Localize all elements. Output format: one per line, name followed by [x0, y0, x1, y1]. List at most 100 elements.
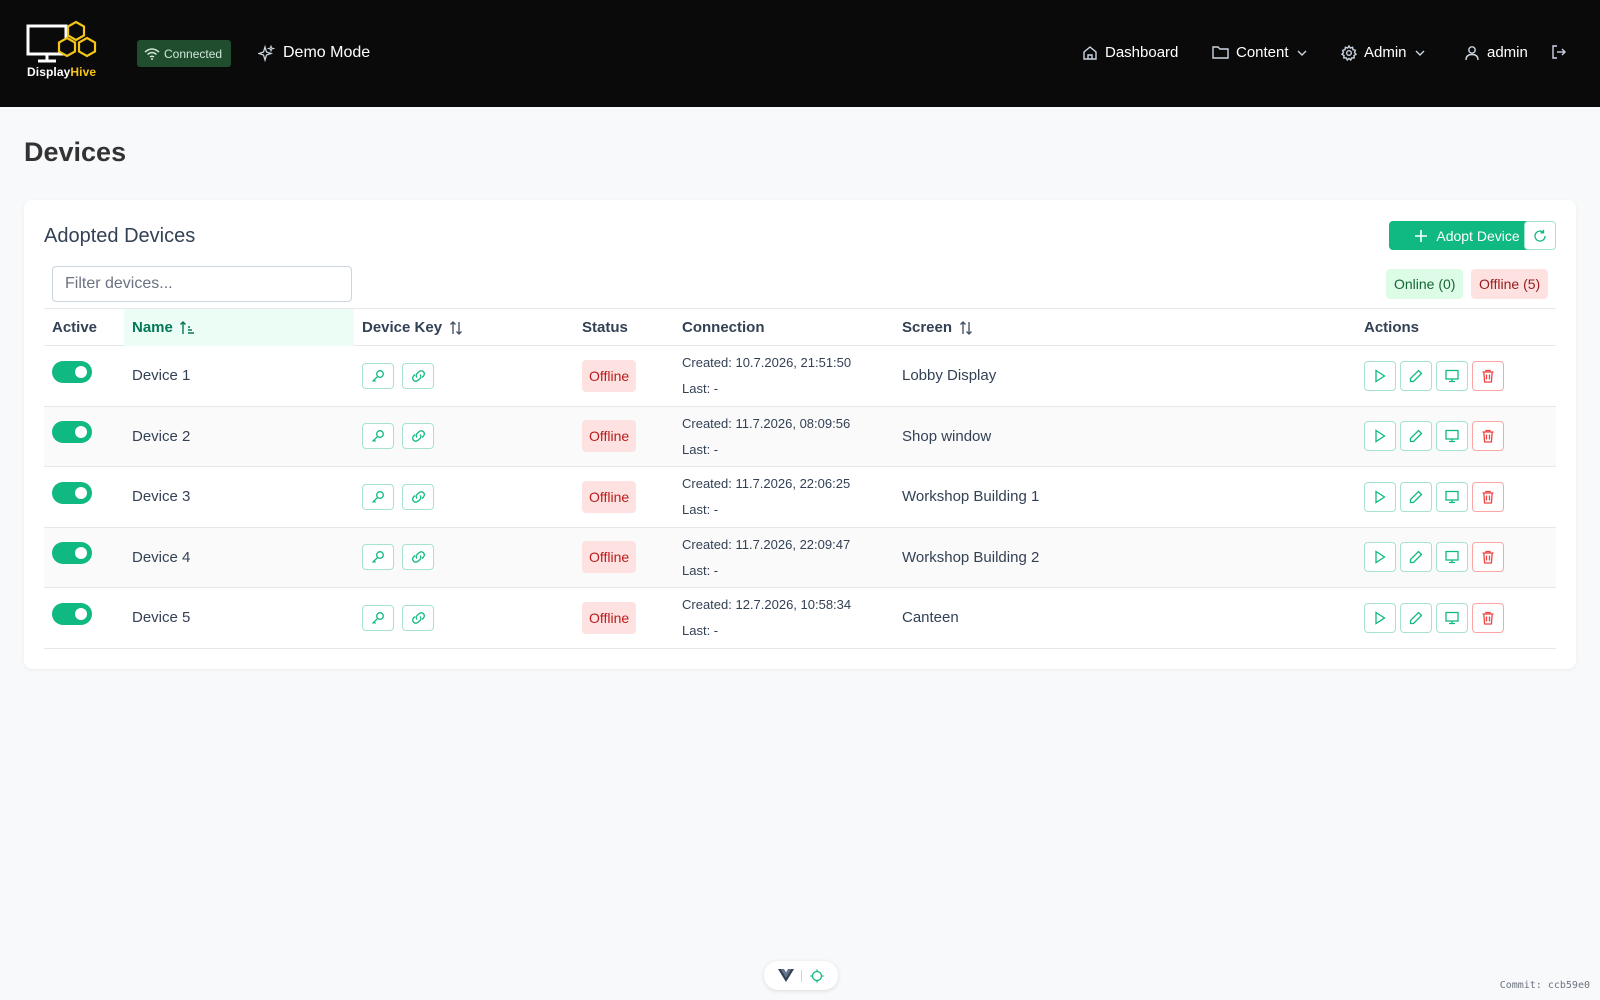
pencil-icon: [1409, 429, 1423, 443]
show-key-button[interactable]: [362, 544, 394, 571]
edit-button[interactable]: [1400, 421, 1432, 452]
status-badge: Offline: [582, 541, 637, 574]
delete-button[interactable]: [1472, 421, 1504, 452]
copy-link-button[interactable]: [402, 362, 434, 389]
crosshair-icon[interactable]: [810, 969, 824, 983]
copy-link-button[interactable]: [402, 423, 434, 450]
active-toggle[interactable]: [52, 421, 92, 444]
sparkles-icon: [258, 44, 275, 62]
active-cell: [52, 346, 92, 406]
active-toggle[interactable]: [52, 602, 92, 625]
assign-screen-button[interactable]: [1436, 542, 1468, 573]
monitor-icon: [1445, 551, 1459, 564]
key-icon: [372, 611, 384, 624]
key-icon: [372, 551, 384, 564]
trash-icon: [1482, 430, 1494, 443]
refresh-icon: [1534, 229, 1546, 242]
show-key-button[interactable]: [362, 483, 394, 510]
demo-mode-indicator[interactable]: Demo Mode: [258, 44, 370, 62]
created-timestamp: Created: 10.7.2026, 21:51:50: [682, 355, 852, 371]
last-seen: Last: -: [682, 441, 719, 457]
preview-button[interactable]: [1364, 542, 1396, 573]
status-badge: Offline: [582, 601, 637, 634]
adopt-device-label: Adopt Device: [1436, 227, 1520, 244]
active-toggle[interactable]: [52, 542, 92, 565]
edit-button[interactable]: [1400, 481, 1432, 512]
copy-link-button[interactable]: [402, 604, 434, 631]
delete-button[interactable]: [1472, 360, 1504, 391]
delete-button[interactable]: [1472, 481, 1504, 512]
column-header-device-key[interactable]: Device Key: [362, 309, 464, 346]
refresh-button[interactable]: [1524, 221, 1556, 250]
nav-admin-dropdown[interactable]: Admin: [1341, 44, 1426, 61]
play-icon: [1375, 550, 1386, 564]
play-icon: [1375, 369, 1386, 383]
vue-logo-icon[interactable]: [777, 969, 794, 982]
show-key-button[interactable]: [362, 604, 394, 631]
assign-screen-button[interactable]: [1436, 421, 1468, 452]
nav-content-label: Content: [1236, 44, 1289, 61]
nav-user-menu[interactable]: admin: [1464, 44, 1528, 61]
device-key-cell: [362, 528, 442, 588]
delete-button[interactable]: [1472, 542, 1504, 573]
online-count-badge[interactable]: Online (0): [1386, 269, 1464, 299]
last-seen: Last: -: [682, 502, 719, 518]
nav-dashboard[interactable]: Dashboard: [1082, 44, 1178, 61]
filter-devices-input[interactable]: [52, 266, 352, 302]
status-badge: Offline: [582, 420, 637, 453]
sort-icon: [450, 320, 463, 335]
preview-button[interactable]: [1364, 602, 1396, 633]
created-timestamp: Created: 12.7.2026, 10:58:34: [682, 597, 852, 613]
edit-button[interactable]: [1400, 542, 1432, 573]
active-toggle[interactable]: [52, 360, 92, 383]
connection-cell: Created: 11.7.2026, 22:09:47 Last: -: [682, 528, 850, 588]
connection-cell: Created: 12.7.2026, 10:58:34 Last: -: [682, 588, 851, 648]
actions-cell: [1364, 346, 1508, 406]
device-name: Device 4: [132, 548, 191, 566]
play-icon: [1375, 490, 1386, 504]
offline-count-badge[interactable]: Offline (5): [1471, 269, 1549, 299]
page-title: Devices: [24, 137, 127, 167]
show-key-button[interactable]: [362, 423, 394, 450]
adopt-device-button[interactable]: Adopt Device: [1389, 221, 1545, 250]
edit-button[interactable]: [1400, 602, 1432, 633]
table-body: Device 1 Offline Created: 10.7.2026, 21:…: [44, 346, 1556, 649]
nav-content-dropdown[interactable]: Content: [1212, 44, 1308, 61]
preview-button[interactable]: [1364, 360, 1396, 391]
folder-icon: [1212, 46, 1229, 59]
copy-link-button[interactable]: [402, 544, 434, 571]
connection-status-text: Connected: [164, 46, 223, 61]
delete-button[interactable]: [1472, 602, 1504, 633]
device-name: Device 3: [132, 488, 191, 506]
link-icon: [411, 490, 425, 503]
table-row: Device 4 Offline Created: 11.7.2026, 22:…: [44, 527, 1556, 588]
assign-screen-button[interactable]: [1436, 481, 1468, 512]
play-icon: [1375, 429, 1386, 443]
device-name: Device 1: [132, 367, 191, 385]
status-cell: Offline: [582, 407, 637, 467]
device-key-cell: [362, 467, 442, 527]
logout-icon: [1552, 45, 1566, 59]
key-icon: [372, 490, 384, 503]
copy-link-button[interactable]: [402, 483, 434, 510]
preview-button[interactable]: [1364, 481, 1396, 512]
assign-screen-button[interactable]: [1436, 360, 1468, 391]
logout-button[interactable]: [1551, 44, 1567, 60]
column-header-name[interactable]: Name: [124, 309, 354, 346]
show-key-button[interactable]: [362, 362, 394, 389]
active-cell: [52, 407, 92, 467]
toolbar-divider: [801, 969, 803, 982]
status-cell: Offline: [582, 528, 637, 588]
active-toggle[interactable]: [52, 481, 92, 504]
chevron-down-icon: [1415, 50, 1425, 56]
device-key-cell: [362, 588, 442, 648]
assign-screen-button[interactable]: [1436, 602, 1468, 633]
devtools-toolbar[interactable]: [764, 961, 838, 990]
monitor-icon: [1445, 611, 1459, 624]
connection-cell: Created: 10.7.2026, 21:51:50 Last: -: [682, 346, 851, 406]
edit-button[interactable]: [1400, 360, 1432, 391]
column-header-screen[interactable]: Screen: [902, 309, 974, 346]
preview-button[interactable]: [1364, 421, 1396, 452]
column-header-status: Status: [582, 319, 628, 336]
card-title: Adopted Devices: [44, 225, 196, 247]
